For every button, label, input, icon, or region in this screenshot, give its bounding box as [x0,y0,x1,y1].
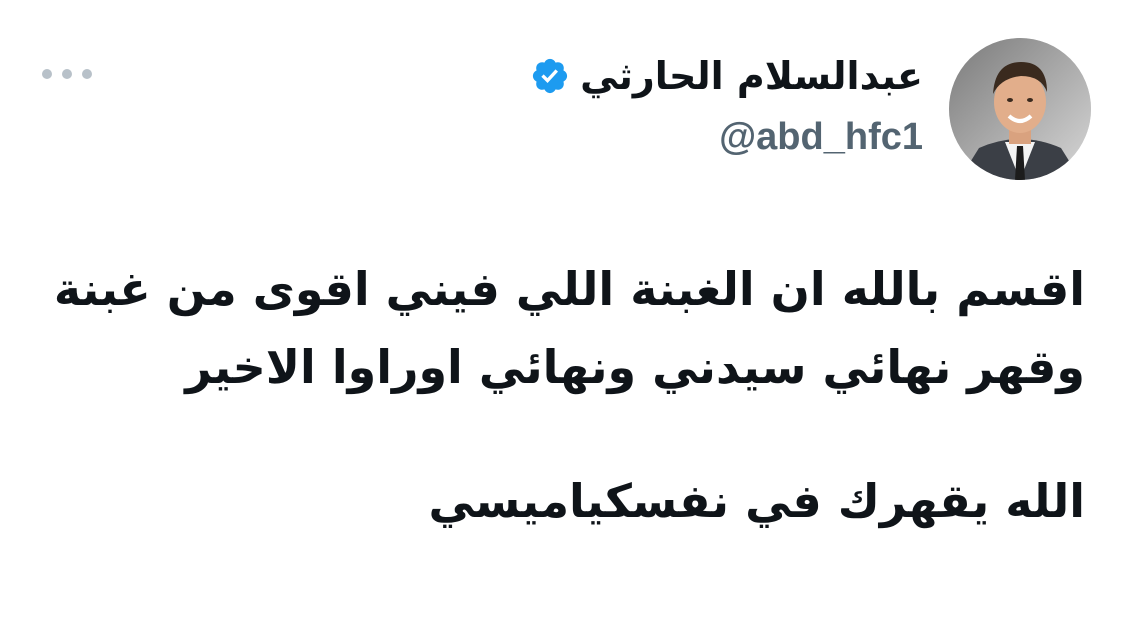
tweet-text-line-2: وقهر نهائي سيدني ونهائي اوراوا الاخير [185,340,1085,394]
tweet-text-line-3: الله يقهرك في نفسكياميسي [428,474,1085,528]
tweet-card: عبدالسلام الحارثي @abd_hfc1 اقسم بالله ا… [0,0,1125,617]
author-handle[interactable]: @abd_hfc1 [530,110,923,164]
more-options-icon[interactable] [42,64,92,84]
tweet-text-line-1: اقسم بالله ان الغبنة اللي فيني اقوى من غ… [53,262,1085,316]
verified-badge-icon [530,56,570,96]
tweet-header: عبدالسلام الحارثي @abd_hfc1 [34,38,1091,180]
display-name-row: عبدالسلام الحارثي [530,48,923,104]
tweet-text: اقسم بالله ان الغبنة اللي فيني اقوى من غ… [30,250,1085,540]
avatar[interactable] [949,38,1091,180]
author-names: عبدالسلام الحارثي @abd_hfc1 [530,48,923,164]
avatar-image [949,38,1091,180]
display-name[interactable]: عبدالسلام الحارثي [580,48,923,104]
